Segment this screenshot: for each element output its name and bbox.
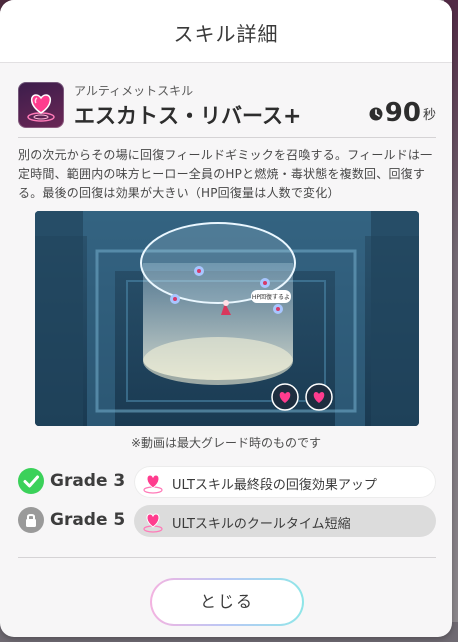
clock-icon	[369, 107, 383, 121]
close-button[interactable]: とじる	[152, 580, 302, 624]
check-circle-icon	[18, 468, 44, 494]
skill-description: 別の次元からその場に回復フィールドギミックを召喚する。フィールドは一定時間、範囲…	[18, 148, 433, 200]
modal-header: スキル詳細	[0, 0, 452, 63]
cooldown-display: 90 秒	[369, 100, 436, 126]
close-button-border: とじる	[150, 578, 304, 626]
grade-label: Grade 3	[50, 471, 126, 491]
speech-bubble-text: HP回復するよ	[252, 293, 290, 301]
grade-effect-text: ULTスキルのクールタイム短縮	[172, 517, 351, 532]
lock-icon	[18, 507, 44, 533]
heart-shield-icon	[18, 82, 64, 128]
skill-type-label: アルティメットスキル	[74, 84, 194, 98]
skill-header: アルティメットスキル エスカトス・リバース+ 90 秒	[18, 80, 436, 136]
cooldown-value: 90	[384, 98, 421, 128]
modal-title: スキル詳細	[173, 22, 279, 46]
skill-name-text: エスカトス・リバース	[74, 104, 283, 128]
video-note: ※動画は最大グレード時のものです	[130, 436, 322, 450]
skill-preview-video[interactable]: HP回復するよ	[35, 211, 419, 426]
divider	[18, 557, 436, 558]
heart-shield-icon	[143, 513, 163, 533]
cooldown-unit: 秒	[422, 108, 436, 123]
grade-label: Grade 5	[50, 510, 126, 530]
skill-plus-suffix: +	[282, 104, 302, 129]
grade-row-3: Grade 3 ULTスキル最終段の回復効果アップ	[18, 466, 438, 498]
video-frame-illustration: HP回復するよ	[35, 211, 419, 426]
grade-effect-pill: ULTスキルのクールタイム短縮	[134, 505, 436, 537]
heart-shield-icon	[143, 474, 163, 494]
grade-effect-text: ULTスキル最終段の回復効果アップ	[172, 478, 377, 493]
skill-detail-modal: スキル詳細 アルティメットスキル エスカトス・リバース+ 90 秒 別の次元から…	[0, 0, 452, 637]
divider	[18, 137, 436, 138]
grade-row-5: Grade 5 ULTスキルのクールタイム短縮	[18, 505, 438, 537]
skill-name: エスカトス・リバース+	[74, 100, 301, 130]
grade-effect-pill: ULTスキル最終段の回復効果アップ	[134, 466, 436, 498]
